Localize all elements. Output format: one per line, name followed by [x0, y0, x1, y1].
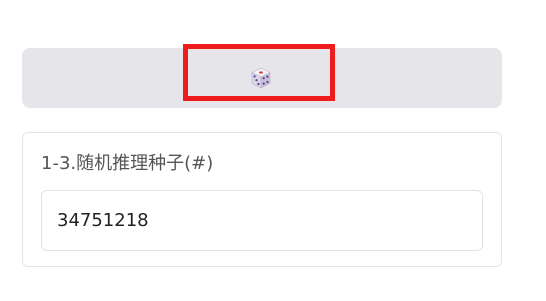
- seed-input[interactable]: [41, 190, 483, 251]
- seed-label: 1-3.随机推理种子(#): [41, 153, 214, 174]
- dice-icon[interactable]: [249, 66, 273, 90]
